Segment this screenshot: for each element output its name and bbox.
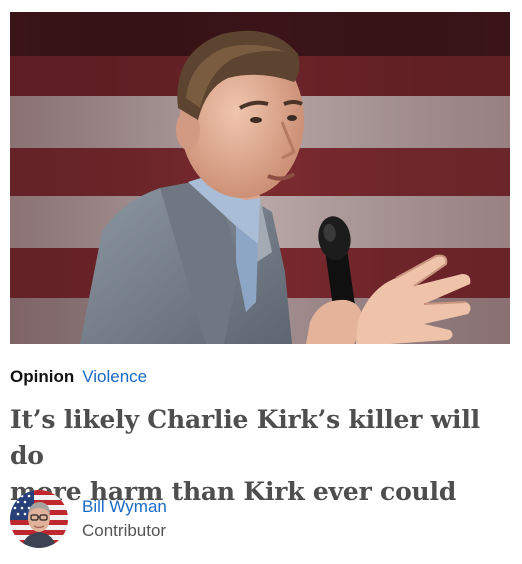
author-avatar[interactable] — [10, 490, 68, 548]
byline: Bill Wyman Contributor — [10, 490, 167, 548]
author-avatar-flag-icon — [10, 490, 68, 548]
author-role: Contributor — [82, 521, 167, 540]
author-name-link[interactable]: Bill Wyman — [82, 496, 167, 518]
section-label[interactable]: Opinion — [10, 366, 74, 388]
author-info: Bill Wyman Contributor — [82, 496, 167, 542]
speaker-photo — [10, 12, 510, 344]
hero-image[interactable] — [10, 12, 510, 344]
article-card[interactable]: Opinion Violence It’s likely Charlie Kir… — [0, 0, 522, 564]
kicker: Opinion Violence — [10, 366, 147, 388]
topic-link[interactable]: Violence — [82, 366, 147, 388]
headline-line-1: It’s likely Charlie Kirk’s killer will d… — [10, 405, 480, 470]
